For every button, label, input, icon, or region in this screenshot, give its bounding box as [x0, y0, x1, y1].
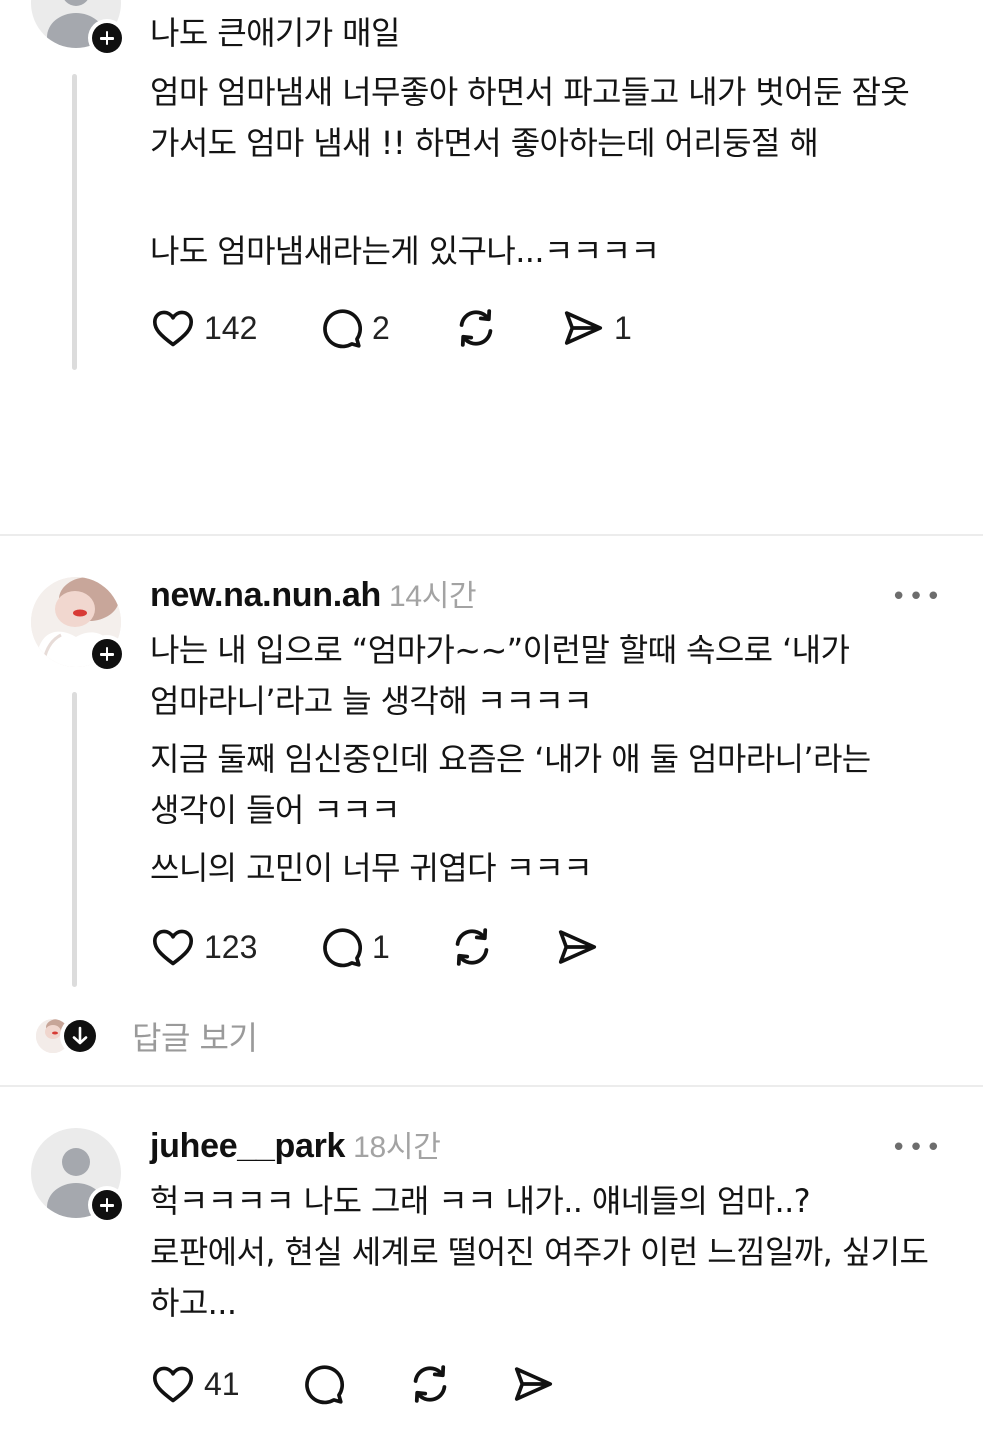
comment-button[interactable]: 1 — [318, 922, 390, 972]
username[interactable]: new.na.nun.ah — [150, 576, 381, 614]
post-text-line: 나도 큰애기가 매일 — [150, 14, 400, 52]
post-text-line: 나는 내 입으로 “엄마가~~”이런말 할때 속으로 ‘내가 엄마라니’라고 늘… — [150, 631, 850, 720]
repost-icon — [459, 309, 493, 347]
comment-button[interactable]: 2 — [318, 303, 390, 353]
repost-button[interactable] — [452, 303, 500, 353]
share-count: 1 — [614, 309, 632, 346]
like-button[interactable]: 142 — [150, 303, 257, 353]
repost-icon — [455, 928, 489, 966]
username[interactable]: juhee__park — [150, 1127, 345, 1165]
post-2: new.na.nun.ah 14시간 ••• 나는 내 입으로 “엄마가~~”이런… — [0, 537, 983, 1087]
comment-bubble-icon — [323, 309, 363, 349]
view-replies-label[interactable]: 답글 보기 — [132, 1013, 258, 1059]
share-button[interactable]: 1 — [560, 303, 632, 353]
comment-bubble-icon — [305, 1365, 345, 1405]
send-icon — [564, 311, 603, 345]
send-icon — [558, 930, 597, 964]
like-button[interactable]: 41 — [150, 1359, 240, 1409]
more-options-icon[interactable]: ••• — [891, 584, 943, 610]
arrow-down-icon — [60, 1016, 100, 1056]
post-text-line: 나도 엄마냄새라는게 있구나...ㅋㅋㅋㅋ — [150, 232, 660, 270]
send-icon — [514, 1367, 553, 1401]
post-time: 18시간 — [353, 1131, 441, 1164]
divider — [0, 1085, 983, 1087]
follow-plus-icon[interactable] — [88, 19, 126, 57]
heart-icon — [152, 310, 194, 347]
like-count: 142 — [204, 309, 258, 346]
view-replies-link[interactable]: 답글 보기 — [36, 1011, 258, 1061]
post-text-line: 쓰니의 고민이 너무 귀엽다 ㅋㅋㅋ — [150, 849, 593, 887]
post-3: juhee__park 18시간 ••• 헉ㅋㅋㅋㅋ 나도 그래 ㅋㅋ 내가.. … — [0, 1088, 983, 1440]
thread-line — [72, 692, 77, 987]
more-options-icon[interactable]: ••• — [891, 1135, 943, 1161]
share-button[interactable] — [510, 1359, 556, 1409]
divider — [0, 534, 983, 536]
post-text-line: 지금 둘째 임신중인데 요즘은 ‘내가 애 둘 엄마라니’라는 생각이 들어 ㅋ… — [150, 740, 871, 829]
heart-icon — [152, 1366, 194, 1403]
post-text-line: 헉ㅋㅋㅋㅋ 나도 그래 ㅋㅋ 내가.. 얘네들의 엄마..? 로판에서, 현실 … — [150, 1182, 929, 1322]
like-count: 41 — [204, 1365, 240, 1402]
repost-button[interactable] — [448, 922, 496, 972]
comment-bubble-icon — [323, 928, 363, 968]
repost-icon — [413, 1365, 447, 1403]
comment-count: 1 — [372, 928, 390, 965]
follow-plus-icon[interactable] — [88, 1186, 126, 1224]
heart-icon — [152, 929, 194, 966]
post-author[interactable]: new.na.nun.ah 14시간 — [150, 571, 477, 615]
post-1: 나도 큰애기가 매일 엄마 엄마냄새 너무좋아 하면서 파고들고 내가 벗어둔 … — [0, 0, 983, 535]
like-button[interactable]: 123 — [150, 922, 257, 972]
comment-count: 2 — [372, 309, 390, 346]
post-author[interactable]: juhee__park 18시간 — [150, 1122, 441, 1166]
follow-plus-icon[interactable] — [88, 635, 126, 673]
thread-line — [72, 74, 77, 370]
share-button[interactable] — [554, 922, 600, 972]
post-time: 14시간 — [388, 580, 477, 613]
like-count: 123 — [204, 928, 258, 965]
post-text-line: 엄마 엄마냄새 너무좋아 하면서 파고들고 내가 벗어둔 잠옷 가서도 엄마 냄… — [150, 73, 910, 162]
comment-button[interactable] — [300, 1359, 346, 1409]
repost-button[interactable] — [406, 1359, 454, 1409]
